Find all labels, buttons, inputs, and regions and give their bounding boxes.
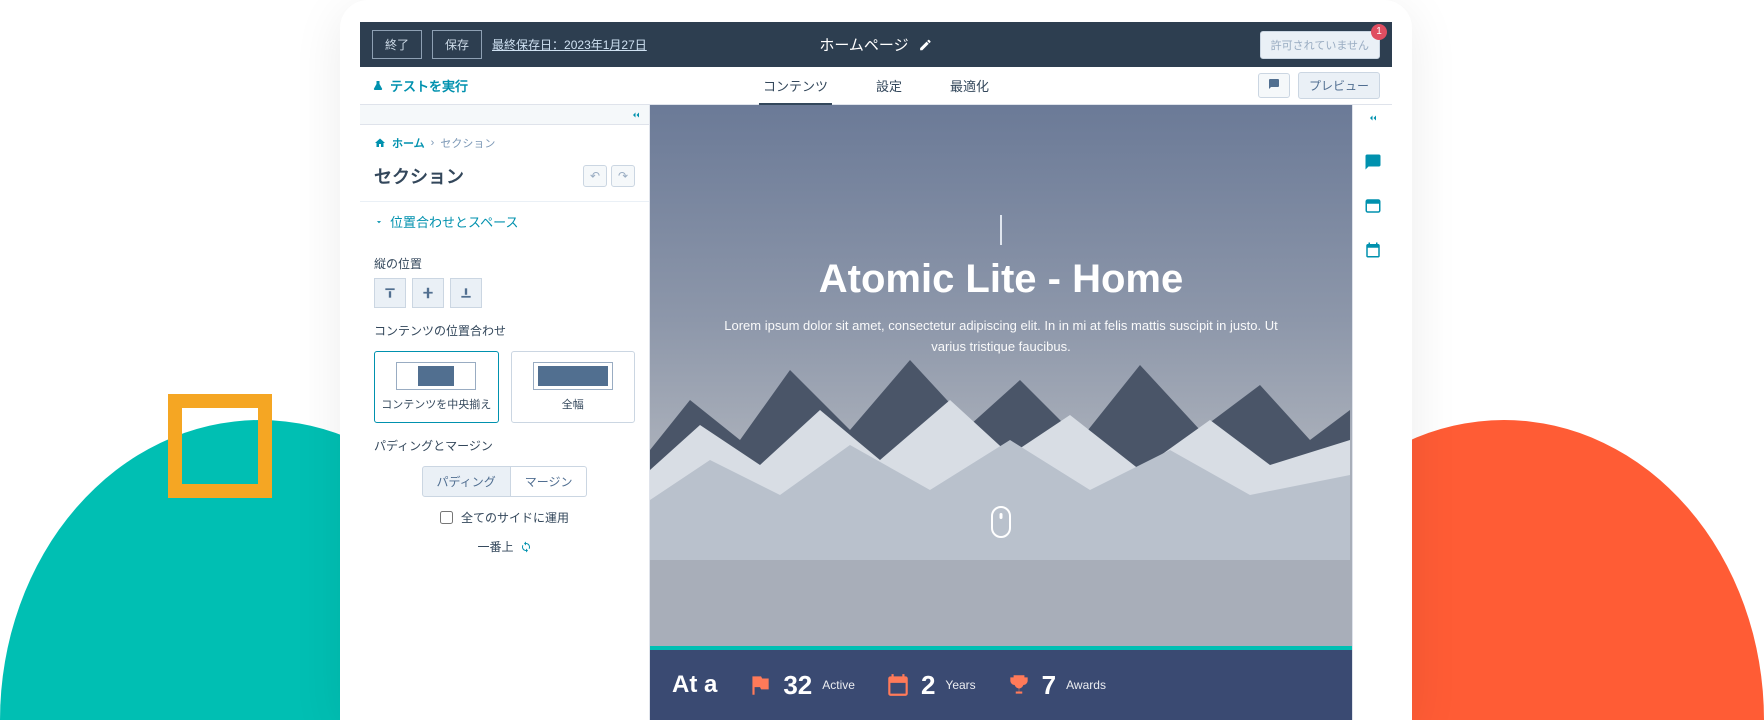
text-cursor — [1000, 215, 1002, 245]
vpos-top-button[interactable] — [374, 278, 406, 308]
collapse-right-rail[interactable] — [1366, 111, 1380, 127]
sync-icon[interactable] — [520, 541, 532, 553]
tab-optimize[interactable]: 最適化 — [946, 66, 993, 106]
top-bar: 終了 保存 最終保存日：2023年1月27日 ホームページ 許可されていません … — [360, 22, 1392, 67]
redo-button[interactable]: ↷ — [611, 165, 635, 187]
comment-icon — [1267, 78, 1281, 90]
last-saved-link[interactable]: 最終保存日：2023年1月27日 — [492, 36, 647, 53]
edit-icon[interactable] — [919, 38, 933, 52]
undo-button[interactable]: ↶ — [583, 165, 607, 187]
padding-margin-label: パディングとマージン — [360, 423, 649, 460]
chat-icon[interactable] — [1364, 153, 1382, 171]
window-icon[interactable] — [1364, 197, 1382, 215]
margin-tab[interactable]: マージン — [511, 466, 588, 497]
collapse-left-panel[interactable] — [360, 105, 649, 125]
chevron-down-icon — [374, 217, 384, 227]
exit-button[interactable]: 終了 — [372, 30, 422, 59]
padding-tab[interactable]: パディング — [422, 466, 511, 497]
hero-subtitle[interactable]: Lorem ipsum dolor sit amet, consectetur … — [721, 316, 1281, 358]
panel-title: セクション — [374, 163, 464, 189]
tab-settings[interactable]: 設定 — [872, 66, 906, 106]
device-frame: 終了 保存 最終保存日：2023年1月27日 ホームページ 許可されていません … — [340, 0, 1412, 720]
sub-bar: テストを実行 コンテンツ 設定 最適化 プレビュー — [360, 67, 1392, 105]
notification-badge: 1 — [1371, 24, 1387, 40]
home-icon — [374, 137, 386, 149]
apply-all-sides-checkbox[interactable]: 全てのサイドに運用 — [360, 497, 649, 530]
breadcrumb: ホーム › セクション — [360, 125, 649, 157]
align-center-option[interactable]: コンテンツを中央揃え — [374, 351, 499, 423]
calendar-icon[interactable] — [1364, 241, 1382, 259]
right-rail — [1352, 105, 1392, 720]
breadcrumb-home[interactable]: ホーム — [392, 135, 425, 151]
run-test-button[interactable]: テストを実行 — [372, 76, 468, 95]
preview-button[interactable]: プレビュー — [1298, 72, 1380, 99]
vertical-position-label: 縦の位置 — [360, 241, 649, 278]
vpos-bottom-button[interactable] — [450, 278, 482, 308]
canvas-preview[interactable]: Atomic Lite - Home Lorem ipsum dolor sit… — [650, 105, 1352, 720]
left-panel: ホーム › セクション セクション ↶ ↷ 位置合わせとスペース 縦の位置 — [360, 105, 650, 720]
breadcrumb-current: セクション — [440, 135, 495, 151]
vpos-middle-button[interactable] — [412, 278, 444, 308]
chevron-double-left-icon — [1366, 112, 1380, 124]
hero-title[interactable]: Atomic Lite - Home — [710, 257, 1292, 302]
tab-content[interactable]: コンテンツ — [759, 66, 832, 106]
calendar-icon — [885, 672, 911, 698]
content-align-label: コンテンツの位置合わせ — [360, 308, 649, 345]
comment-button[interactable] — [1258, 73, 1290, 98]
page-title-text: ホームページ — [819, 34, 908, 55]
flag-icon — [747, 672, 773, 698]
stat-item: 32 Active — [747, 670, 855, 701]
flask-icon — [372, 80, 384, 92]
permission-status: 許可されていません 1 — [1260, 31, 1380, 59]
page-title: ホームページ — [819, 34, 932, 55]
decorative-orange-square — [168, 394, 272, 498]
stat-item: 2 Years — [885, 670, 976, 701]
chevron-double-left-icon — [629, 109, 643, 121]
align-fullwidth-option[interactable]: 全幅 — [511, 351, 636, 423]
trophy-icon — [1006, 672, 1032, 698]
scroll-indicator-icon — [991, 506, 1011, 538]
stat-item: 7 Awards — [1006, 670, 1106, 701]
stats-heading: At a — [672, 671, 717, 699]
accordion-alignment-space[interactable]: 位置合わせとスペース — [360, 201, 649, 241]
save-button[interactable]: 保存 — [432, 30, 482, 59]
stats-bar: At a 32 Active 2 Years 7 Awards — [650, 646, 1352, 720]
top-spacing-label: 一番上 — [477, 538, 513, 555]
